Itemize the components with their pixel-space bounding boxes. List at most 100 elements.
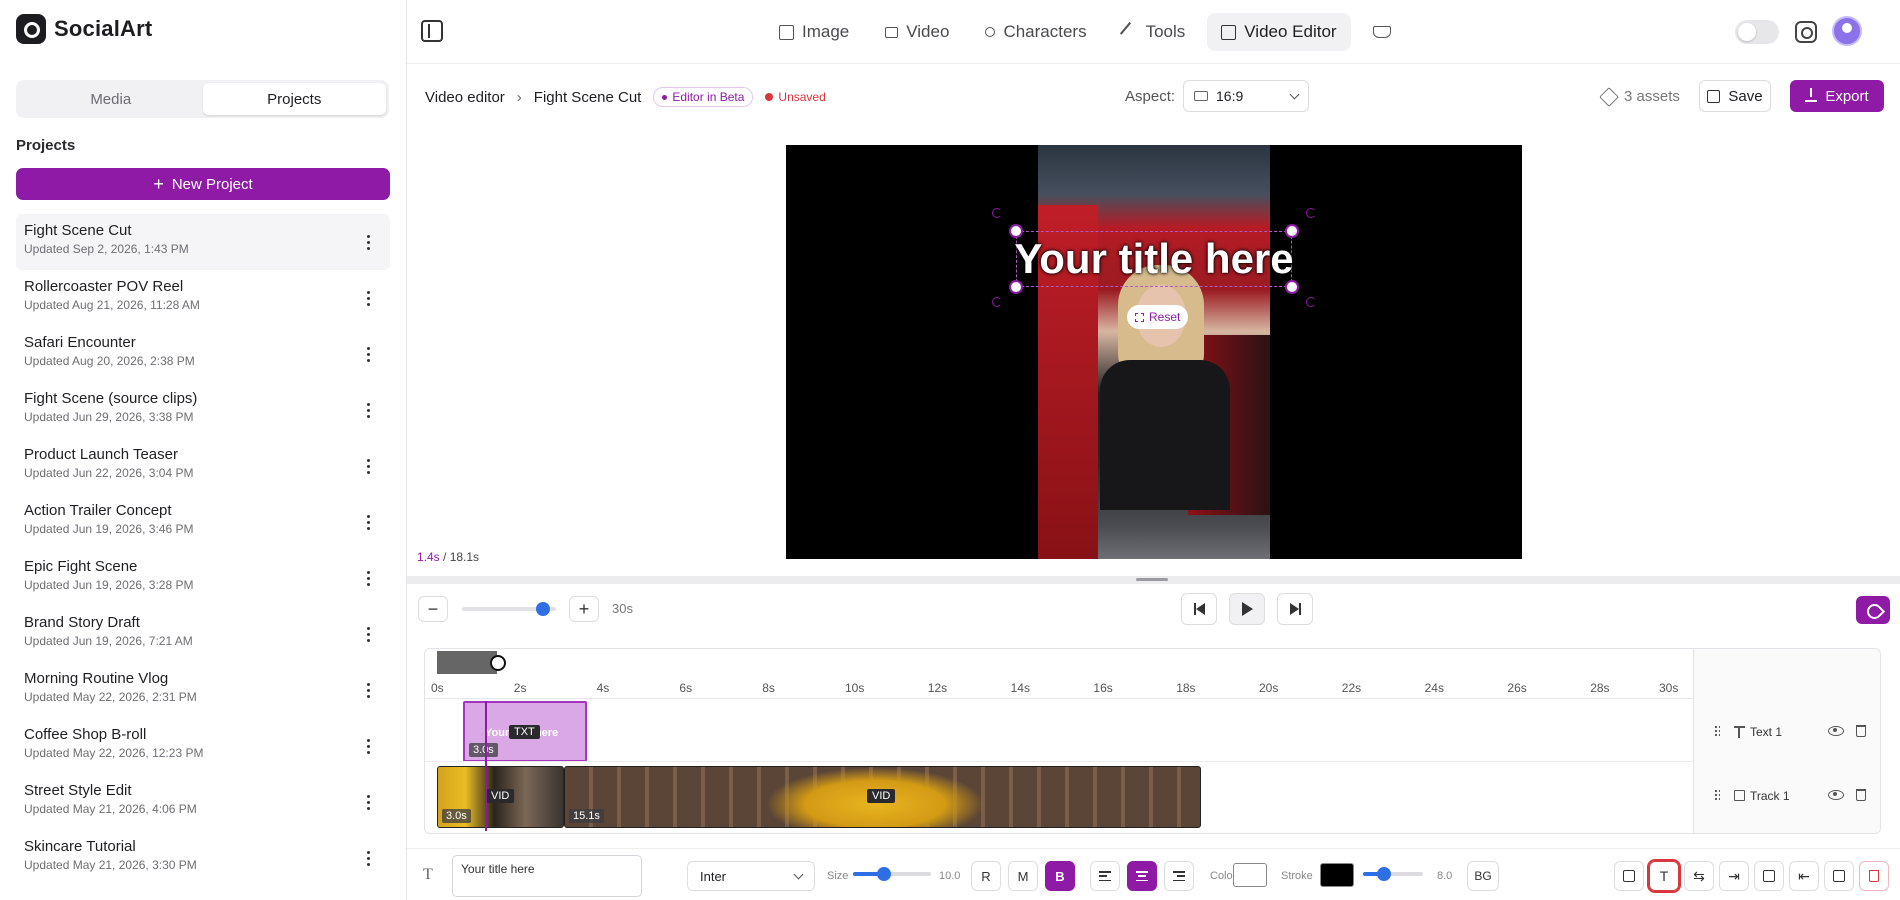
more-vertical-icon[interactable]	[360, 456, 376, 476]
rotate-handle-bottom-left[interactable]	[992, 297, 1002, 307]
title-text: Your title here	[1014, 235, 1294, 282]
instagram-icon[interactable]	[1795, 21, 1817, 43]
eye-icon[interactable]	[1828, 790, 1844, 800]
more-vertical-icon[interactable]	[360, 624, 376, 644]
project-item[interactable]: Coffee Shop B-roll Updated May 22, 2026, …	[16, 718, 390, 774]
rotate-handle-top-left[interactable]	[992, 208, 1002, 218]
more-vertical-icon[interactable]	[360, 512, 376, 532]
resize-handle-top-left[interactable]	[1009, 224, 1023, 238]
text-clip[interactable]: Your title here TXT 3.0s	[463, 701, 587, 762]
trim-start-button[interactable]: ⇤	[1789, 861, 1819, 891]
theme-toggle[interactable]	[1735, 20, 1779, 44]
project-item[interactable]: Epic Fight Scene Updated Jun 19, 2026, 3:…	[16, 550, 390, 606]
project-item[interactable]: Safari Encounter Updated Aug 20, 2026, 2:…	[16, 326, 390, 382]
more-vertical-icon[interactable]	[360, 680, 376, 700]
resize-handle-bottom-left[interactable]	[1009, 280, 1023, 294]
weight-bold-button[interactable]: B	[1045, 861, 1075, 891]
more-vertical-icon[interactable]	[360, 792, 376, 812]
project-item[interactable]: Fight Scene Cut Updated Sep 2, 2026, 1:43…	[16, 214, 390, 270]
align-center-button[interactable]	[1127, 861, 1157, 891]
nav-tab-image[interactable]: Image	[765, 13, 863, 51]
weight-medium-button[interactable]: M	[1008, 861, 1038, 891]
more-vertical-icon[interactable]	[360, 232, 376, 252]
zoom-in-button[interactable]: +	[569, 596, 599, 622]
nav-tab-video-editor[interactable]: Video Editor	[1207, 13, 1351, 51]
save-button[interactable]: Save	[1699, 80, 1771, 112]
new-project-button[interactable]: + New Project	[16, 168, 390, 200]
weight-regular-button[interactable]: R	[971, 861, 1001, 891]
aspect-select[interactable]: 16:9	[1183, 80, 1309, 112]
tab-media[interactable]: Media	[19, 83, 203, 115]
play-button[interactable]	[1229, 593, 1265, 625]
more-vertical-icon[interactable]	[360, 848, 376, 868]
playhead-handle[interactable]	[490, 655, 506, 671]
drag-handle-icon[interactable]	[1714, 789, 1720, 801]
title-text-box[interactable]: Your title here	[1014, 231, 1294, 287]
rotate-handle-bottom-right[interactable]	[1306, 297, 1316, 307]
nav-tab-characters[interactable]: Characters	[971, 13, 1100, 51]
skip-forward-button[interactable]	[1277, 593, 1313, 625]
eye-icon[interactable]	[1828, 726, 1844, 736]
trash-icon[interactable]	[1856, 789, 1866, 801]
reset-transform-button[interactable]: Reset	[1127, 305, 1189, 329]
nav-tab-video[interactable]: Video	[871, 13, 963, 51]
text-color-swatch[interactable]	[1233, 863, 1267, 887]
sidebar-toggle-icon[interactable]	[421, 20, 443, 42]
stroke-color-swatch[interactable]	[1320, 863, 1354, 887]
nav-tab-tools[interactable]: Tools	[1109, 13, 1200, 51]
logo[interactable]: SocialArt	[16, 14, 152, 44]
trash-icon[interactable]	[1856, 725, 1866, 737]
project-item[interactable]: Fight Scene (source clips) Updated Jun 29…	[16, 382, 390, 438]
more-vertical-icon[interactable]	[360, 288, 376, 308]
background-toggle-button[interactable]: BG	[1467, 861, 1499, 891]
stroke-slider-thumb[interactable]	[1377, 867, 1391, 881]
person-icon	[985, 27, 996, 37]
align-right-button[interactable]	[1164, 861, 1194, 891]
add-text-button[interactable]: T	[1649, 861, 1679, 891]
drag-grip-icon[interactable]	[1136, 578, 1168, 581]
project-item[interactable]: Rollercoaster POV Reel Updated Aug 21, 20…	[16, 270, 390, 326]
swap-button[interactable]: ⇆	[1684, 861, 1714, 891]
more-vertical-icon[interactable]	[360, 344, 376, 364]
track-name: Track 1	[1750, 789, 1790, 803]
resize-handle-bottom-right[interactable]	[1285, 280, 1299, 294]
align-left-button[interactable]	[1090, 861, 1120, 891]
split-button[interactable]	[1754, 861, 1784, 891]
skip-back-button[interactable]	[1181, 593, 1217, 625]
rotate-handle-top-right[interactable]	[1306, 208, 1316, 218]
tab-projects[interactable]: Projects	[202, 83, 386, 115]
trim-end-button[interactable]: ⇥	[1719, 861, 1749, 891]
delete-button[interactable]	[1859, 861, 1889, 891]
align-left-icon	[1099, 871, 1111, 881]
more-vertical-icon[interactable]	[360, 400, 376, 420]
time-ruler[interactable]: 0s 2s 4s 6s 8s 10s 12s 14s 16s 18s 20s 22s 24s 26s 28s…	[425, 681, 1693, 699]
drag-handle-icon[interactable]	[1714, 725, 1720, 737]
breadcrumb-root[interactable]: Video editor	[425, 89, 505, 106]
resize-handle-top-right[interactable]	[1285, 224, 1299, 238]
video-clip[interactable]: VID 3.0s	[437, 766, 564, 828]
user-avatar[interactable]	[1832, 16, 1862, 46]
add-video-button[interactable]	[1614, 861, 1644, 891]
duplicate-button[interactable]	[1824, 861, 1854, 891]
layers-icon	[1599, 86, 1619, 107]
zoom-slider-thumb[interactable]	[536, 602, 550, 616]
project-item[interactable]: Street Style Edit Updated May 21, 2026, 4…	[16, 774, 390, 830]
time-tick: 26s	[1507, 681, 1527, 695]
preview-canvas[interactable]: Your title here Reset	[786, 145, 1522, 559]
project-item[interactable]: Brand Story Draft Updated Jun 19, 2026, 7…	[16, 606, 390, 662]
export-button[interactable]: Export	[1790, 80, 1884, 112]
font-select[interactable]: Inter	[687, 861, 815, 891]
project-item[interactable]: Skincare Tutorial Updated May 21, 2026, 3…	[16, 830, 390, 886]
ai-assist-button[interactable]	[1856, 596, 1890, 624]
nav-tab-learn[interactable]	[1359, 13, 1405, 51]
size-slider-thumb[interactable]	[877, 867, 891, 881]
project-item[interactable]: Action Trailer Concept Updated Jun 19, 20…	[16, 494, 390, 550]
more-vertical-icon[interactable]	[360, 568, 376, 588]
zoom-out-button[interactable]: −	[418, 596, 448, 622]
video-clip[interactable]: VID 15.1s	[564, 766, 1201, 828]
film-icon	[1221, 24, 1237, 40]
text-content-input[interactable]	[452, 855, 642, 897]
project-item[interactable]: Morning Routine Vlog Updated May 22, 2026…	[16, 662, 390, 718]
project-item[interactable]: Product Launch Teaser Updated Jun 22, 202…	[16, 438, 390, 494]
more-vertical-icon[interactable]	[360, 736, 376, 756]
